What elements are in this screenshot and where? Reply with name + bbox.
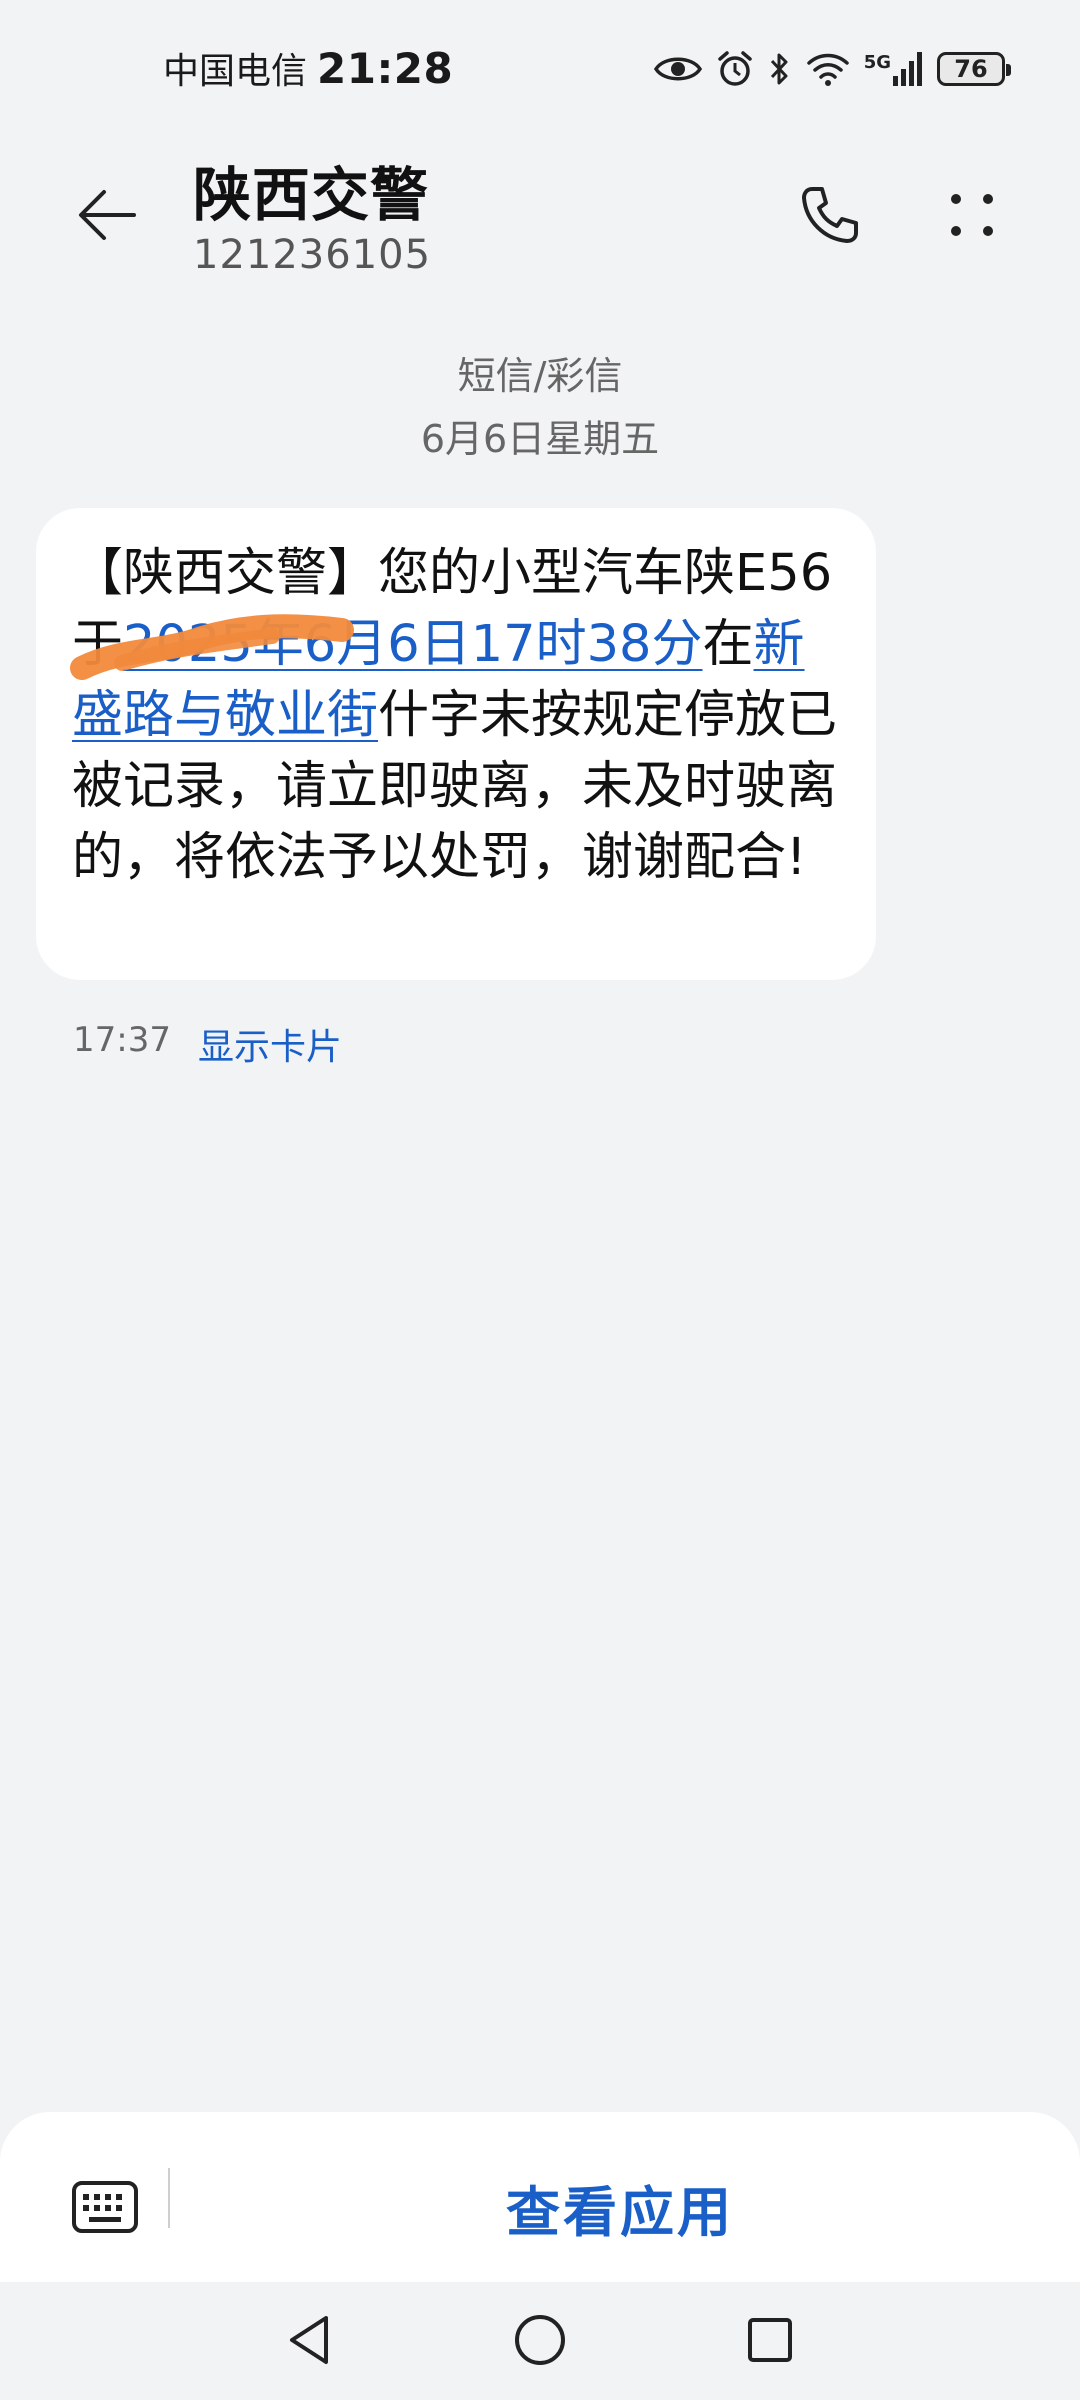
conversation-date: 6月6日星期五	[420, 417, 660, 461]
back-arrow-icon	[79, 190, 136, 240]
contact-name: 陕西交警	[193, 161, 430, 229]
message-bubble[interactable]: 【陕西交警】您的小型汽车陕E56于2025年6月6日17时38分在新盛路与敬业街…	[36, 508, 876, 980]
carrier-name: 中国电信	[163, 51, 308, 92]
bluetooth-icon	[768, 50, 792, 88]
square-recents-icon	[748, 2318, 792, 2362]
message-text: 【陕西交警】您的小型汽车陕E56于2025年6月6日17时38分在新盛路与敬业街…	[72, 538, 846, 893]
eye-comfort-icon	[653, 52, 702, 86]
more-options-button[interactable]	[927, 170, 1017, 260]
message-text-part2: 6	[799, 544, 833, 603]
show-card-link[interactable]: 显示卡片	[198, 1018, 342, 1070]
contact-number: 121236105	[193, 232, 432, 278]
message-text-part3: 于	[72, 615, 124, 674]
message-text-part1: 【陕西交警】您的小型汽车陕E5	[72, 544, 800, 603]
signal-5g-icon: 5G	[864, 52, 923, 86]
datetime-link[interactable]: 2025年6月6日17时38分	[123, 615, 702, 674]
battery-level: 76	[954, 55, 988, 83]
triangle-back-icon	[290, 2316, 328, 2364]
status-icons: 5G 76	[653, 50, 1011, 88]
circle-home-icon	[515, 2315, 565, 2365]
back-button[interactable]	[62, 170, 152, 260]
view-app-button[interactable]: 查看应用	[420, 2162, 820, 2252]
bottom-action-bar: 查看应用	[0, 2112, 1080, 2282]
status-bar: 中国电信 21:28 5G 76	[0, 0, 1080, 140]
message-time: 17:37	[73, 1020, 171, 1060]
network-type: 5G	[863, 52, 891, 73]
keyboard-button[interactable]	[60, 2162, 150, 2252]
wifi-icon	[806, 51, 850, 87]
message-text-part4: 在	[702, 615, 754, 674]
call-button[interactable]	[785, 170, 875, 260]
more-dots-icon	[951, 194, 993, 236]
alarm-icon	[716, 50, 754, 88]
message-type-label: 短信/彩信	[457, 354, 623, 398]
status-left: 中国电信 21:28	[163, 42, 453, 94]
system-navigation-bar	[0, 2282, 1080, 2400]
bar-divider	[168, 2168, 170, 2228]
conversation-header: 陕西交警 121236105	[0, 140, 1080, 290]
status-clock: 21:28	[317, 44, 454, 93]
nav-back-button[interactable]	[270, 2300, 350, 2380]
battery-indicator: 76	[937, 52, 1011, 86]
nav-home-button[interactable]	[500, 2300, 580, 2380]
nav-recents-button[interactable]	[730, 2300, 810, 2380]
keyboard-icon	[72, 2181, 138, 2233]
phone-icon	[802, 187, 858, 243]
